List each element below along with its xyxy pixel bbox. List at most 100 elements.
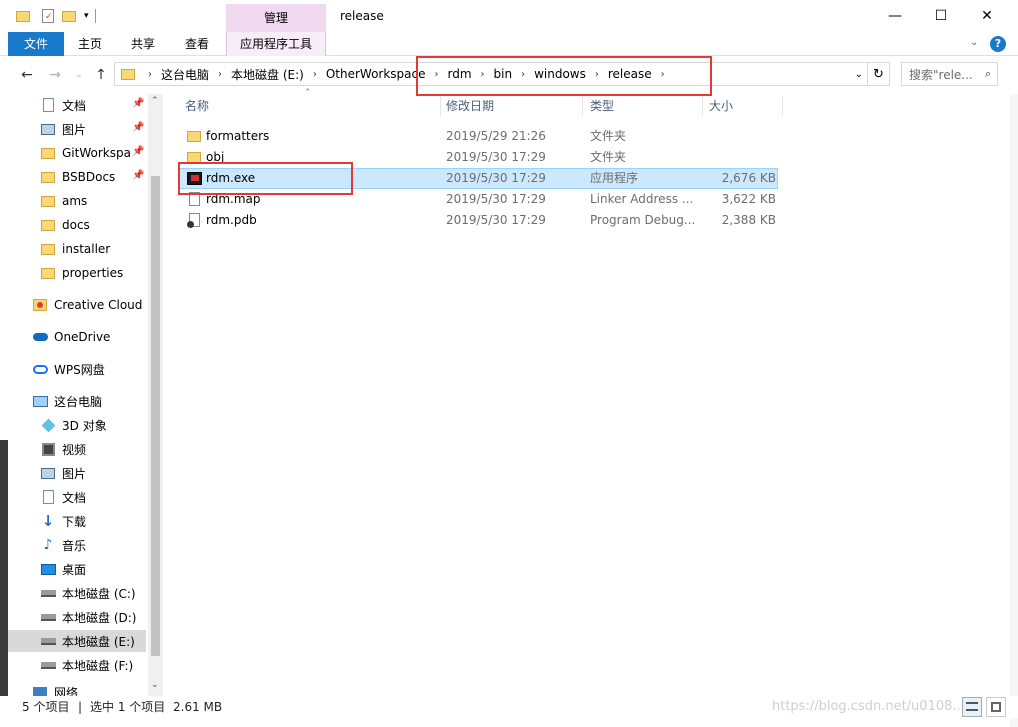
breadcrumb-separator-icon[interactable]: › xyxy=(304,69,326,80)
close-button[interactable]: ✕ xyxy=(964,0,1010,32)
forward-button[interactable]: → xyxy=(44,64,66,86)
sidebar-item-wps-cloud[interactable]: WPS网盘 xyxy=(8,358,146,380)
sidebar-item-drive-f[interactable]: 本地磁盘 (F:) xyxy=(8,654,146,676)
file-size: 2,676 KB xyxy=(721,171,776,185)
status-selection: 选中 1 个项目 xyxy=(90,700,166,714)
up-button[interactable]: ↑ xyxy=(90,64,112,86)
tab-application-tools[interactable]: 应用程序工具 xyxy=(226,32,326,56)
breadcrumb-otherworkspace[interactable]: OtherWorkspace xyxy=(326,67,426,81)
file-size xyxy=(708,147,776,168)
tab-share[interactable]: 共享 xyxy=(122,32,164,56)
arrow-left-icon: ← xyxy=(21,67,33,83)
sidebar-item-music[interactable]: ♪ 音乐 xyxy=(8,534,146,556)
breadcrumb-separator-icon[interactable]: › xyxy=(139,69,161,80)
sidebar-item-gitworkspace[interactable]: GitWorkspa xyxy=(8,142,146,164)
table-row[interactable]: formatters 2019/5/29 21:26 文件夹 xyxy=(178,126,778,147)
column-divider[interactable] xyxy=(782,96,783,116)
table-row[interactable]: rdm.pdb 2019/5/30 17:29 Program Debug...… xyxy=(178,210,778,231)
scroll-down-icon[interactable]: ⌄ xyxy=(151,680,159,690)
sidebar-item-installer[interactable]: installer xyxy=(8,238,146,260)
pin-icon[interactable]: 📌 xyxy=(132,170,144,181)
sidebar-item-onedrive[interactable]: OneDrive xyxy=(8,326,146,348)
sidebar-item-bsbdocs[interactable]: BSBDocs xyxy=(8,166,146,188)
details-view-button[interactable] xyxy=(962,697,982,717)
column-header-type[interactable]: 类型 xyxy=(590,94,700,118)
breadcrumb-drive-e[interactable]: 本地磁盘 (E:) xyxy=(231,66,304,83)
sidebar-item-docs[interactable]: docs xyxy=(8,214,146,236)
folder-icon xyxy=(40,265,56,281)
sidebar-item-label: 本地磁盘 (D:) xyxy=(62,610,137,625)
sidebar-item-label: 图片 xyxy=(62,466,87,481)
sidebar-item-3d-objects[interactable]: 3D 对象 xyxy=(8,414,146,436)
sidebar-item-label: 本地磁盘 (C:) xyxy=(62,586,136,601)
pin-icon[interactable]: 📌 xyxy=(132,146,144,157)
sidebar-item-ams[interactable]: ams xyxy=(8,190,146,212)
sidebar-item-label: docs xyxy=(62,218,90,232)
arrow-up-icon: ↑ xyxy=(95,67,107,83)
column-header-modified[interactable]: 修改日期 xyxy=(446,94,582,118)
refresh-button[interactable]: ↻ xyxy=(868,62,890,86)
recent-locations-button[interactable]: ⌄ xyxy=(68,64,90,86)
minimize-button[interactable]: — xyxy=(872,0,918,32)
breadcrumb-separator-icon[interactable]: › xyxy=(209,69,231,80)
file-modified: 2019/5/30 17:29 xyxy=(446,213,546,227)
column-header-name[interactable]: 名称 xyxy=(185,94,440,118)
sidebar-item-label: GitWorkspa xyxy=(62,146,131,160)
sidebar-scrollbar-thumb[interactable] xyxy=(151,176,160,656)
new-folder-icon[interactable] xyxy=(62,10,76,22)
navigation-pane: 文档 📌 图片 📌 GitWorkspa 📌 BSBDocs 📌 ams doc… xyxy=(8,94,164,696)
column-divider[interactable] xyxy=(702,96,703,116)
tab-home[interactable]: 主页 xyxy=(70,32,110,56)
column-divider[interactable] xyxy=(582,96,583,116)
customize-qat-icon[interactable]: ▾ xyxy=(84,11,89,21)
file-size xyxy=(708,126,776,147)
address-dropdown-icon[interactable]: ⌄ xyxy=(855,69,863,80)
sidebar-item-this-pc[interactable]: 这台电脑 xyxy=(8,390,146,412)
sidebar-item-network[interactable]: 网络 xyxy=(8,684,146,696)
status-divider: | xyxy=(78,700,83,714)
scroll-up-icon[interactable]: ⌃ xyxy=(151,96,159,106)
help-icon[interactable]: ? xyxy=(990,36,1006,52)
sidebar-item-drive-e[interactable]: 本地磁盘 (E:) xyxy=(8,630,146,652)
large-icons-view-button[interactable] xyxy=(986,697,1006,717)
sidebar-item-label: 音乐 xyxy=(62,538,87,553)
sidebar-item-videos[interactable]: 视频 xyxy=(8,438,146,460)
search-input[interactable]: 搜索"rele... ⌕ xyxy=(901,62,998,86)
column-header-size[interactable]: 大小 xyxy=(709,94,779,118)
chevron-down-icon: ⌄ xyxy=(75,70,83,80)
folder-icon xyxy=(40,217,56,233)
properties-icon[interactable]: ✓ xyxy=(42,9,54,23)
tab-file[interactable]: 文件 xyxy=(8,32,64,56)
sidebar-item-documents[interactable]: 文档 xyxy=(8,94,146,116)
sidebar-item-label: 下载 xyxy=(62,514,87,529)
sidebar-item-desktop[interactable]: 桌面 xyxy=(8,558,146,580)
sidebar-item-downloads[interactable]: ↓ 下载 xyxy=(8,510,146,532)
sidebar-item-properties[interactable]: properties xyxy=(8,262,146,284)
sidebar-item-label: 视频 xyxy=(62,442,87,457)
sidebar-item-pictures[interactable]: 图片 xyxy=(8,118,146,140)
sidebar-item-documents-2[interactable]: 文档 xyxy=(8,486,146,508)
ribbon-expand-icon[interactable]: ⌄ xyxy=(970,37,978,48)
file-type: Linker Address ... xyxy=(590,192,694,206)
network-icon xyxy=(32,684,48,696)
document-icon xyxy=(40,97,56,113)
sidebar-item-label: 本地磁盘 (E:) xyxy=(62,634,135,649)
pin-icon[interactable]: 📌 xyxy=(132,122,144,133)
maximize-button[interactable]: ☐ xyxy=(918,0,964,32)
drive-icon xyxy=(40,633,56,649)
background-window-edge-left xyxy=(0,440,8,696)
document-icon xyxy=(40,489,56,505)
sidebar-item-pictures-2[interactable]: 图片 xyxy=(8,462,146,484)
column-divider[interactable] xyxy=(440,96,441,116)
sidebar-item-drive-c[interactable]: 本地磁盘 (C:) xyxy=(8,582,146,604)
back-button[interactable]: ← xyxy=(16,64,38,86)
pin-icon[interactable]: 📌 xyxy=(132,98,144,109)
music-icon: ♪ xyxy=(43,537,53,553)
folder-icon xyxy=(40,241,56,257)
file-type: 文件夹 xyxy=(590,150,627,164)
file-name: rdm.pdb xyxy=(206,213,257,227)
sidebar-item-drive-d[interactable]: 本地磁盘 (D:) xyxy=(8,606,146,628)
sidebar-item-creative-cloud[interactable]: Creative Cloud F xyxy=(8,294,146,316)
breadcrumb-this-pc[interactable]: 这台电脑 xyxy=(161,66,209,83)
tab-view[interactable]: 查看 xyxy=(176,32,218,56)
